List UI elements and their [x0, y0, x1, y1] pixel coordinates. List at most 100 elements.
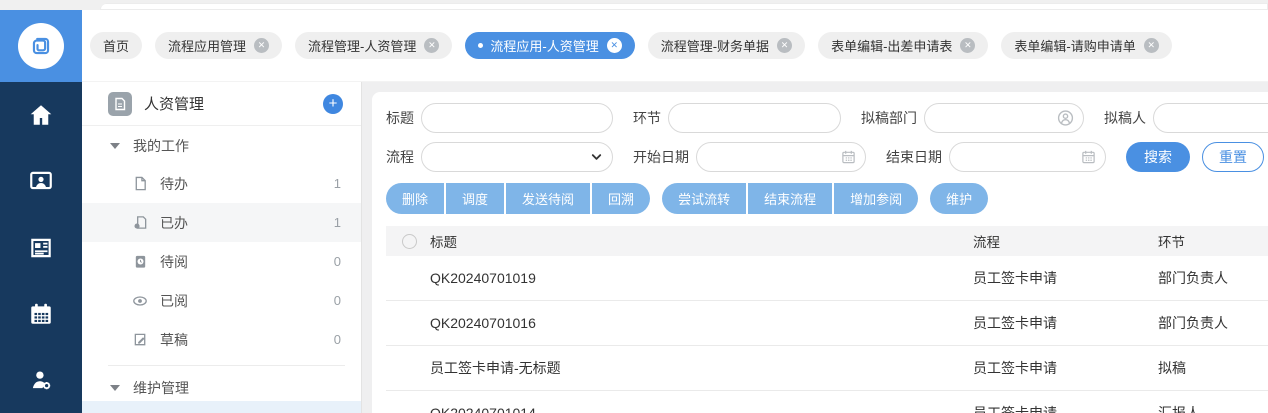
plus-icon[interactable] [323, 93, 343, 114]
module-tree: 我的工作 待办 1 已办 1 待阅 0 已阅 0 草稿 0 维护管理 [82, 126, 361, 406]
tree-group-label: 我的工作 [133, 138, 189, 154]
tab-label: 流程应用管理 [168, 39, 247, 54]
tab-flow-mgmt-finance[interactable]: 流程管理-财务单据 [647, 32, 806, 59]
row-flow: 员工签卡申请 [973, 360, 1057, 376]
row-title[interactable]: QK20240701014 [430, 405, 973, 413]
tree-item-read[interactable]: 已阅 0 [82, 281, 361, 320]
tab-bar: 首页 流程应用管理 流程管理-人资管理 流程应用-人资管理 流程管理-财务单据 … [82, 10, 1268, 82]
left-rail [0, 82, 82, 413]
tree-item-label: 草稿 [160, 331, 188, 348]
form-field-drafter: 拟稿人 [1104, 103, 1268, 133]
news-icon[interactable] [0, 214, 82, 280]
form-field-end-date: 结束日期 [886, 142, 1106, 172]
table-row[interactable]: QK20240701014 员工签卡申请 汇报人 [386, 391, 1268, 413]
drafter-input-box [1153, 103, 1268, 133]
close-icon[interactable] [777, 38, 793, 53]
app-logo[interactable] [0, 10, 82, 82]
field-label: 开始日期 [633, 149, 689, 165]
table-row[interactable]: 员工签卡申请-无标题 员工签卡申请 拟稿 [386, 346, 1268, 391]
tree-item-toread[interactable]: 待阅 0 [82, 242, 361, 281]
calendar-icon[interactable] [0, 281, 82, 347]
title-input[interactable] [422, 104, 612, 132]
form-row: 标题 环节 拟稿部门 拟稿人 [386, 103, 1268, 133]
body: 人资管理 我的工作 待办 1 已办 1 待阅 0 已阅 0 草稿 0 维护管理 [0, 82, 1268, 413]
try-flow-button[interactable]: 尝试流转 [662, 183, 747, 214]
work-table: 标题 流程 环节 QK20240701019 员工签卡申请 部门负责人 QK2024070… [386, 226, 1268, 413]
row-title[interactable]: QK20240701019 [430, 270, 973, 286]
close-icon[interactable] [606, 38, 622, 53]
maintain-button[interactable]: 维护 [930, 183, 989, 214]
app-window: 首页 流程应用管理 流程管理-人资管理 流程应用-人资管理 流程管理-财务单据 … [0, 0, 1268, 413]
tab-flow-app-hr[interactable]: 流程应用-人资管理 [465, 32, 635, 59]
module-panel-header: 人资管理 [82, 82, 361, 126]
tree-item-label: 待阅 [160, 253, 188, 270]
tab-form-edit-travel[interactable]: 表单编辑-出差申请表 [818, 32, 989, 59]
tab-flow-app-mgmt[interactable]: 流程应用管理 [155, 32, 283, 59]
row-step: 拟稿 [1158, 360, 1186, 376]
tree-divider [108, 365, 345, 366]
close-icon[interactable] [424, 38, 440, 53]
tree-item-draft[interactable]: 草稿 0 [82, 320, 361, 359]
tree-item-count: 0 [333, 293, 341, 308]
end-date-input-box [949, 142, 1106, 172]
close-icon[interactable] [254, 38, 270, 53]
flow-input[interactable] [422, 143, 612, 171]
active-dot-icon [478, 43, 484, 48]
row-title[interactable]: 员工签卡申请-无标题 [430, 358, 973, 378]
header: 首页 流程应用管理 流程管理-人资管理 流程应用-人资管理 流程管理-财务单据 … [0, 10, 1268, 82]
chevron-down-icon [590, 151, 603, 164]
end-flow-button[interactable]: 结束流程 [748, 183, 833, 214]
draft-dept-input-box [924, 103, 1084, 133]
app-logo-icon [18, 23, 64, 69]
field-label: 拟稿人 [1104, 110, 1146, 126]
form-field-start-date: 开始日期 [633, 142, 866, 172]
row-step: 部门负责人 [1158, 315, 1228, 331]
table-row[interactable]: QK20240701016 员工签卡申请 部门负责人 [386, 301, 1268, 346]
chevron-down-icon [110, 385, 120, 391]
tab-home[interactable]: 首页 [90, 32, 143, 59]
panel-title: 人资管理 [144, 96, 205, 113]
tab-label: 流程管理-财务单据 [660, 39, 770, 54]
tree-item-count: 0 [333, 332, 341, 347]
tab-label: 表单编辑-请购申请单 [1014, 39, 1136, 54]
user-settings-icon[interactable] [0, 347, 82, 413]
person-icon [1057, 110, 1074, 127]
close-icon[interactable] [1143, 38, 1159, 53]
home-icon[interactable] [0, 82, 82, 148]
delete-button[interactable]: 删除 [386, 183, 445, 214]
user-monitor-icon[interactable] [0, 148, 82, 214]
tree-item-done[interactable]: 已办 1 [82, 203, 361, 242]
tree-group-my-work[interactable]: 我的工作 [82, 128, 361, 164]
table-row[interactable]: QK20240701019 员工签卡申请 部门负责人 [386, 256, 1268, 301]
row-title[interactable]: QK20240701016 [430, 315, 973, 331]
action-group: 维护 [930, 183, 989, 214]
content-card: 标题 环节 拟稿部门 拟稿人 流程 开始日期 结束日期 搜索 重置 删除 调度 … [372, 92, 1268, 413]
rollback-button[interactable]: 回溯 [592, 183, 651, 214]
start-date-input[interactable] [697, 143, 865, 171]
tab-form-edit-purchase[interactable]: 表单编辑-请购申请单 [1001, 32, 1172, 59]
add-ref-button[interactable]: 增加参阅 [834, 183, 919, 214]
column-header-1: 流程 [973, 235, 1000, 250]
step-input[interactable] [669, 104, 840, 132]
tree-item-count: 0 [333, 254, 341, 269]
close-icon[interactable] [960, 38, 976, 53]
reset-button[interactable]: 重置 [1202, 142, 1264, 172]
drafter-input[interactable] [1154, 104, 1268, 132]
title-input-box [421, 103, 613, 133]
action-group: 删除 调度 发送待阅 回溯 [386, 183, 651, 214]
search-form: 标题 环节 拟稿部门 拟稿人 流程 开始日期 结束日期 搜索 重置 [386, 103, 1268, 172]
tab-flow-mgmt-hr[interactable]: 流程管理-人资管理 [295, 32, 453, 59]
send-toread-button[interactable]: 发送待阅 [506, 183, 591, 214]
select-all-circle[interactable] [402, 233, 417, 249]
module-doc-icon [108, 91, 132, 116]
dispatch-button[interactable]: 调度 [446, 183, 505, 214]
search-button[interactable]: 搜索 [1126, 142, 1190, 172]
form-field-title: 标题 [386, 103, 613, 133]
tree-item-label: 待办 [160, 175, 188, 192]
done-doc-icon [132, 215, 148, 231]
field-label: 流程 [386, 149, 414, 165]
column-header-0: 标题 [430, 235, 457, 250]
form-field-step: 环节 [633, 103, 841, 133]
field-label: 标题 [386, 110, 414, 126]
tree-item-todo[interactable]: 待办 1 [82, 164, 361, 203]
